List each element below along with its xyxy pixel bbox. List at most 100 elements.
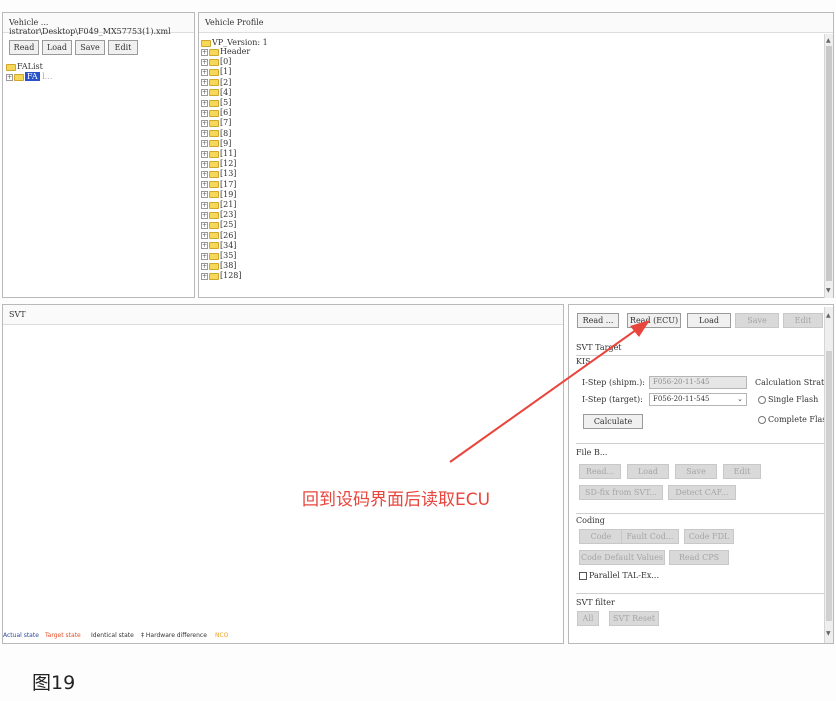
expand-plus-icon[interactable]: + [201,232,208,240]
profile-tree-item[interactable]: + [21] [201,200,236,210]
scroll-down-icon[interactable]: ▼ [826,631,831,637]
profile-tree-item[interactable]: + [13] [201,169,236,179]
istep-shipm-field[interactable]: F056-20-11-545 [649,376,747,389]
profile-tree-item[interactable]: + [8] [201,129,231,139]
profile-tree-item[interactable]: + [4] [201,88,231,98]
svt-load-button[interactable]: Load [687,313,731,328]
svt-reset-button[interactable]: SVT Reset [609,611,659,626]
folder-icon [209,89,219,97]
file-load-button[interactable]: Load [627,464,669,479]
scroll-up-icon[interactable]: ▲ [826,38,831,44]
calculate-button[interactable]: Calculate [583,414,643,429]
svt-read-button[interactable]: Read ... [577,313,619,328]
expand-plus-icon[interactable]: + [201,150,208,158]
detect-caf-button[interactable]: Detect CAF... [668,485,736,500]
profile-tree-item[interactable]: + [128] [201,271,242,281]
expand-plus-icon[interactable]: + [201,68,208,76]
checkbox-icon[interactable] [579,572,587,580]
svt-panel: SVT Actual state Target state Identical … [2,304,564,644]
profile-tree-item[interactable]: + [9] [201,139,231,149]
profile-tree-item[interactable]: + [19] [201,190,236,200]
profile-tree-item[interactable]: + [0] [201,57,231,67]
file-edit-button[interactable]: Edit [723,464,761,479]
profile-tree-item-label: [4] [220,87,232,97]
control-scrollbar[interactable]: ▲ ▼ [824,307,833,643]
folder-icon [209,191,219,199]
radio-icon[interactable] [758,416,766,424]
profile-tree-item-label: [7] [220,118,232,128]
single-flash-radio[interactable]: Single Flash [758,395,818,404]
expand-plus-icon[interactable]: + [201,211,208,219]
vehicle-read-button[interactable]: Read [9,40,39,55]
vehicle-load-button[interactable]: Load [42,40,72,55]
radio-icon[interactable] [758,396,766,404]
profile-scrollbar[interactable]: ▲ ▼ [824,34,833,298]
expand-plus-icon[interactable]: + [201,140,208,148]
scroll-up-icon[interactable]: ▲ [826,313,831,319]
profile-tree-item[interactable]: + [35] [201,251,236,261]
expand-plus-icon[interactable]: + [201,130,208,138]
expand-plus-icon[interactable]: + [201,262,208,270]
complete-flash-radio[interactable]: Complete Flash [758,415,832,424]
profile-tree-item[interactable]: + [23] [201,210,236,220]
svt-save-button[interactable]: Save [735,313,779,328]
profile-tree-item-label: [12] [220,159,237,169]
expand-plus-icon[interactable]: + [201,170,208,178]
profile-tree-item[interactable]: + [12] [201,159,236,169]
expand-plus-icon[interactable]: + [201,242,208,250]
profile-tree-item[interactable]: + [34] [201,241,236,251]
scroll-thumb[interactable] [826,46,832,281]
code-fdl-button[interactable]: Code FDL [684,529,734,544]
expand-plus-icon[interactable]: + [201,48,208,56]
sd-fix-button[interactable]: SD-fix from SVT... [579,485,663,500]
expand-plus-icon[interactable]: + [201,89,208,97]
expand-plus-icon[interactable]: + [201,272,208,280]
scroll-thumb[interactable] [826,351,832,621]
scroll-down-icon[interactable]: ▼ [826,288,831,294]
profile-tree-item[interactable]: + [26] [201,231,236,241]
vehicle-save-button[interactable]: Save [75,40,105,55]
read-ecu-button[interactable]: Read (ECU) [627,313,681,328]
chevron-down-icon[interactable]: ⌄ [737,394,743,405]
expand-plus-icon[interactable]: + [6,73,13,81]
folder-icon [209,68,219,76]
expand-plus-icon[interactable]: + [201,181,208,189]
expand-plus-icon[interactable]: + [201,99,208,107]
profile-tree-item[interactable]: + [17] [201,180,236,190]
falist-node[interactable]: FAList [6,62,43,72]
profile-tree-item[interactable]: + [7] [201,118,231,128]
profile-tree-item[interactable]: + [11] [201,149,236,159]
profile-tree-item[interactable]: + [2] [201,78,231,88]
profile-tree-item[interactable]: + [1] [201,67,231,77]
svt-target-label: SVT Target [576,343,622,352]
expand-plus-icon[interactable]: + [201,201,208,209]
svt-edit-button[interactable]: Edit [783,313,823,328]
kis-label: KIS [576,357,591,366]
filter-all-button[interactable]: All [577,611,599,626]
expand-plus-icon[interactable]: + [201,252,208,260]
expand-plus-icon[interactable]: + [201,119,208,127]
vehicle-edit-button[interactable]: Edit [108,40,138,55]
fault-code-button[interactable]: Fault Cod... [621,529,679,544]
expand-plus-icon[interactable]: + [201,79,208,87]
expand-plus-icon[interactable]: + [201,191,208,199]
profile-tree-item[interactable]: + [25] [201,220,236,230]
profile-tree-item[interactable]: + [6] [201,108,231,118]
istep-shipm-label: I-Step (shipm.): [582,378,645,387]
read-cps-button[interactable]: Read CPS [669,550,729,565]
code-default-values-button[interactable]: Code Default Values [579,550,665,565]
profile-tree-item-label: [23] [220,210,237,220]
expand-plus-icon[interactable]: + [201,58,208,66]
file-read-button[interactable]: Read... [579,464,621,479]
expand-plus-icon[interactable]: + [201,160,208,168]
fa-node[interactable]: + FA l... [6,72,52,82]
code-button[interactable]: Code [579,529,623,544]
profile-tree-item[interactable]: + Header [201,47,250,57]
expand-plus-icon[interactable]: + [201,221,208,229]
parallel-tal-checkbox[interactable]: Parallel TAL-Ex... [579,571,659,580]
istep-target-select[interactable]: F056-20-11-545 ⌄ [649,393,747,406]
profile-tree-item[interactable]: + [38] [201,261,236,271]
profile-tree-item[interactable]: + [5] [201,98,231,108]
file-save-button[interactable]: Save [675,464,717,479]
expand-plus-icon[interactable]: + [201,109,208,117]
